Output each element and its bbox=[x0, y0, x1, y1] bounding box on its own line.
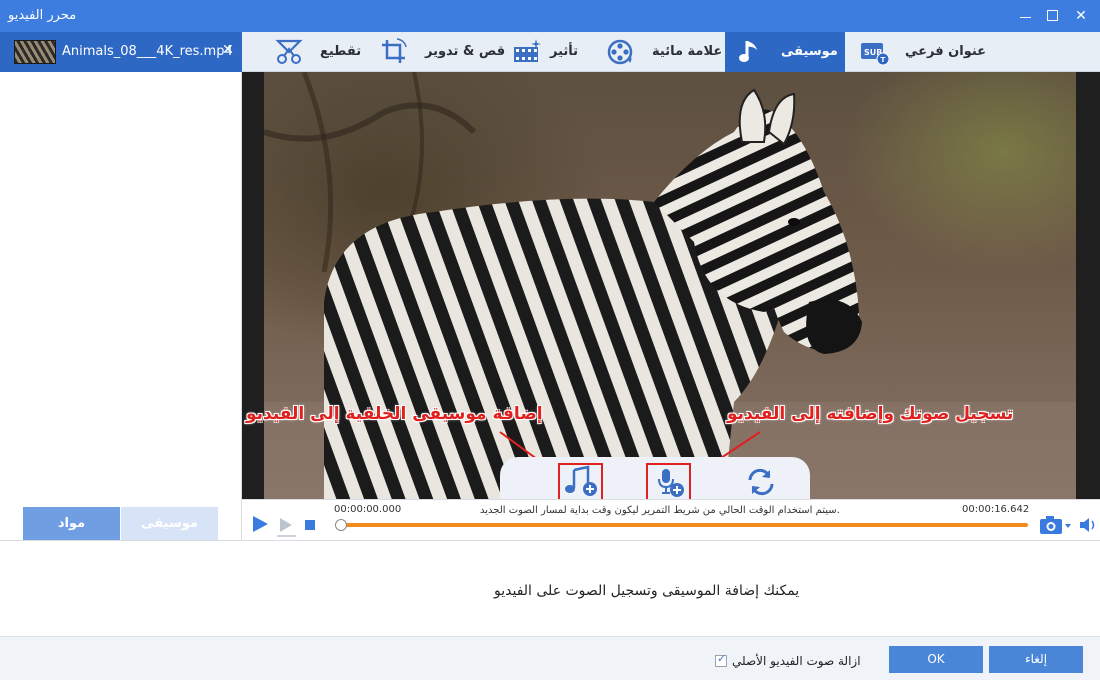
time-current: 00:00:00.000 bbox=[334, 504, 402, 515]
seek-handle[interactable] bbox=[335, 519, 347, 531]
tab-materials[interactable]: مواد bbox=[23, 507, 120, 540]
stop-icon[interactable] bbox=[304, 519, 316, 531]
microphone-add-icon bbox=[658, 469, 684, 497]
playback-bar: 00:00:00.000 سيتم استخدام الوقت الحالي م… bbox=[242, 499, 1100, 540]
remove-original-audio-checkbox[interactable] bbox=[715, 652, 727, 667]
time-total: 00:00:16.642 bbox=[962, 504, 1030, 515]
info-area: يمكنك إضافة الموسيقى وتسجيل الصوت على ال… bbox=[0, 540, 1100, 636]
cancel-button[interactable]: إلغاء bbox=[989, 646, 1083, 673]
play-icon[interactable] bbox=[250, 514, 270, 534]
snapshot-icon[interactable] bbox=[1038, 514, 1072, 536]
sync-button[interactable] bbox=[740, 464, 782, 500]
playback-hint: سيتم استخدام الوقت الحالي من شريط التمري… bbox=[480, 505, 840, 516]
volume-icon[interactable] bbox=[1078, 515, 1098, 535]
seek-track[interactable] bbox=[340, 523, 1028, 527]
add-music-icon bbox=[565, 465, 597, 496]
add-background-music-button[interactable] bbox=[560, 464, 602, 500]
dialog-footer: ازالة صوت الفيديو الأصلي OK إلغاء bbox=[0, 636, 1100, 680]
refresh-icon bbox=[748, 468, 774, 496]
play-clip-icon[interactable] bbox=[276, 516, 298, 538]
record-voice-button[interactable] bbox=[648, 464, 690, 500]
info-message: يمكنك إضافة الموسيقى وتسجيل الصوت على ال… bbox=[494, 583, 800, 599]
ok-button[interactable]: OK bbox=[889, 646, 983, 673]
tab-music-library[interactable]: موسيقى bbox=[121, 507, 218, 540]
remove-original-audio-label: ازالة صوت الفيديو الأصلي bbox=[732, 654, 861, 668]
